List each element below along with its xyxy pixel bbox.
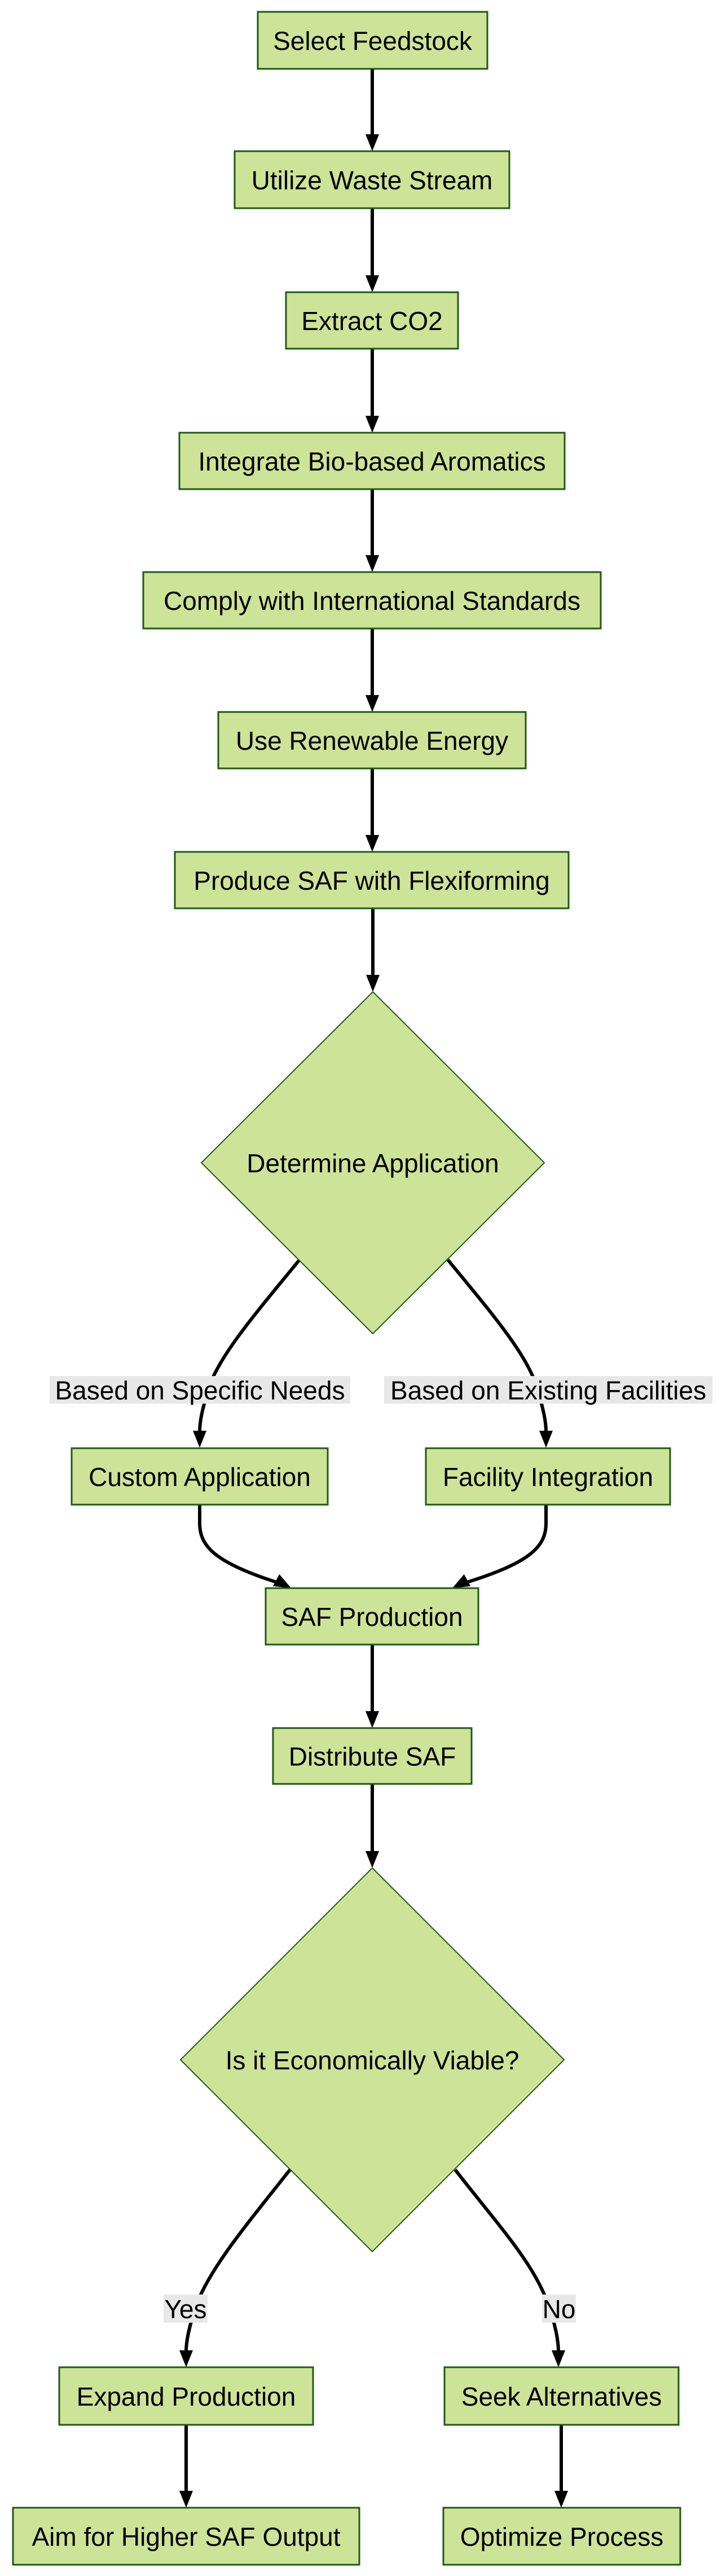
edge-label-text: Yes xyxy=(164,2294,206,2324)
arrowhead-icon xyxy=(366,1711,379,1728)
flowchart-canvas: Select Feedstock Utilize Waste Stream Extr… xyxy=(12,11,712,2566)
arrowhead-icon xyxy=(179,2350,193,2367)
node-facility-integration[interactable]: Facility Integration xyxy=(425,1447,671,1506)
node-label: Determine Application xyxy=(246,1149,499,1178)
node-saf-production[interactable]: SAF Production xyxy=(265,1587,479,1646)
edge-line xyxy=(184,2169,292,2352)
arrowhead-icon xyxy=(366,835,379,852)
arrowhead-icon xyxy=(272,1574,291,1588)
edge-determine_application-to-facility_integration xyxy=(446,1259,553,1448)
node-label: Aim for Higher SAF Output xyxy=(32,2522,340,2552)
edge-label-text: No xyxy=(543,2294,576,2324)
arrowhead-icon xyxy=(193,1431,206,1448)
edge-extract_co2-to-integrate_aromatics xyxy=(366,349,379,433)
edge-expand_production-to-aim_higher_output xyxy=(179,2425,193,2508)
node-custom-application[interactable]: Custom Application xyxy=(71,1447,329,1506)
arrowhead-icon xyxy=(539,1431,553,1448)
node-label: Facility Integration xyxy=(443,1462,653,1492)
edge-line xyxy=(198,1259,301,1432)
arrowhead-icon xyxy=(366,275,379,292)
node-extract-co2[interactable]: Extract CO2 xyxy=(285,291,459,350)
node-seek-alternatives[interactable]: Seek Alternatives xyxy=(443,2366,680,2426)
edge-facility_integration-to-saf_production xyxy=(452,1505,548,1588)
node-label: Extract CO2 xyxy=(301,306,443,336)
node-label: Produce SAF with Flexiforming xyxy=(193,866,549,895)
edge-line xyxy=(464,1505,548,1585)
edge-line xyxy=(446,1259,548,1432)
arrowhead-icon xyxy=(554,2491,568,2508)
edge-line xyxy=(454,2169,560,2352)
node-distribute-saf[interactable]: Distribute SAF xyxy=(272,1727,473,1785)
edge-label-text: Based on Existing Facilities xyxy=(390,1376,706,1405)
arrowhead-icon xyxy=(366,975,380,992)
nodes-layer: Select Feedstock Utilize Waste Stream Extr… xyxy=(12,11,681,2566)
node-label: Comply with International Standards xyxy=(164,586,580,616)
node-label: Optimize Process xyxy=(460,2522,663,2552)
edge-label: Based on Existing Facilities xyxy=(384,1376,712,1405)
edge-utilize_waste_stream-to-extract_co2 xyxy=(366,208,379,292)
node-use-renewable-energy[interactable]: Use Renewable Energy xyxy=(217,711,527,770)
arrowhead-icon xyxy=(366,134,379,151)
edge-line xyxy=(198,1505,280,1585)
edge-seek_alternatives-to-optimize_process xyxy=(554,2425,568,2508)
node-integrate-aromatics[interactable]: Integrate Bio-based Aromatics xyxy=(178,432,566,490)
arrowhead-icon xyxy=(366,1851,379,1868)
node-produce-saf-flexiforming[interactable]: Produce SAF with Flexiforming xyxy=(174,851,570,909)
edge-use_renewable_energy-to-produce_saf_flexiforming xyxy=(366,768,379,852)
edge-label: No xyxy=(542,2294,576,2324)
edge-economically_viable-to-expand_production xyxy=(179,2169,292,2367)
edge-distribute_saf-to-economically_viable xyxy=(366,1784,379,1868)
node-utilize-waste-stream[interactable]: Utilize Waste Stream xyxy=(234,150,510,209)
node-comply-standards[interactable]: Comply with International Standards xyxy=(142,571,602,630)
arrowhead-icon xyxy=(366,555,379,572)
edge-custom_application-to-saf_production xyxy=(198,1505,291,1588)
node-label: Select Feedstock xyxy=(273,27,473,56)
edge-label: Based on Specific Needs xyxy=(50,1376,350,1405)
node-select-feedstock[interactable]: Select Feedstock xyxy=(257,11,488,70)
node-label: Distribute SAF xyxy=(289,1742,456,1771)
node-aim-higher-output[interactable]: Aim for Higher SAF Output xyxy=(12,2507,360,2566)
node-optimize-process[interactable]: Optimize Process xyxy=(442,2507,681,2566)
edge-integrate_aromatics-to-comply_standards xyxy=(366,489,379,572)
node-expand-production[interactable]: Expand Production xyxy=(58,2366,314,2426)
arrowhead-icon xyxy=(366,695,379,712)
edge-label-text: Based on Specific Needs xyxy=(55,1376,345,1405)
edge-determine_application-to-custom_application xyxy=(193,1259,301,1448)
node-label: Integrate Bio-based Aromatics xyxy=(198,447,545,476)
arrowhead-icon xyxy=(366,416,379,433)
arrowhead-icon xyxy=(179,2491,193,2508)
node-determine-application[interactable]: Determine Application xyxy=(200,991,545,1335)
edge-select_feedstock-to-utilize_waste_stream xyxy=(366,69,379,151)
edge-produce_saf_flexiforming-to-determine_application xyxy=(366,908,380,992)
node-label: SAF Production xyxy=(281,1602,463,1632)
node-label: Expand Production xyxy=(77,2382,296,2411)
node-label: Is it Economically Viable? xyxy=(226,2046,520,2075)
edge-economically_viable-to-seek_alternatives xyxy=(454,2169,565,2367)
node-label: Utilize Waste Stream xyxy=(252,166,493,195)
node-economically-viable[interactable]: Is it Economically Viable? xyxy=(179,1867,565,2253)
node-label: Use Renewable Energy xyxy=(236,726,508,755)
edge-label: Yes xyxy=(164,2294,208,2324)
edge-saf_production-to-distribute_saf xyxy=(366,1645,379,1728)
node-label: Seek Alternatives xyxy=(461,2382,662,2411)
arrowhead-icon xyxy=(552,2350,565,2367)
node-label: Custom Application xyxy=(89,1462,311,1492)
edge-comply_standards-to-use_renewable_energy xyxy=(366,628,379,712)
arrowhead-icon xyxy=(452,1574,471,1588)
